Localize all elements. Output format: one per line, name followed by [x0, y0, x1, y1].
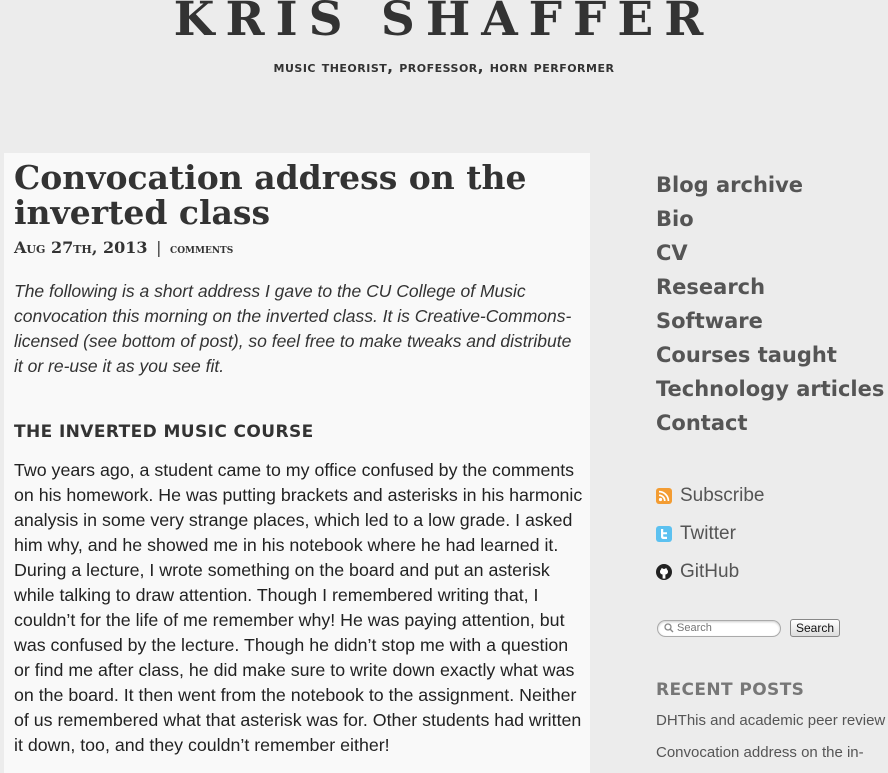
- nav-link-blog-archive[interactable]: Blog archive: [656, 173, 803, 197]
- nav-link-software[interactable]: Software: [656, 309, 763, 333]
- nav-link-technology-articles[interactable]: Technology articles: [656, 377, 884, 401]
- search-box[interactable]: [657, 619, 781, 637]
- nav-link-contact[interactable]: Contact: [656, 411, 748, 435]
- search-input[interactable]: [674, 622, 777, 634]
- recent-posts-heading: RECENT POSTS: [656, 680, 805, 700]
- recent-post-link[interactable]: Convocation address on the in-: [656, 744, 864, 761]
- github-icon[interactable]: [656, 564, 672, 580]
- nav-item-contact: Contact: [656, 406, 884, 440]
- twitter-row[interactable]: Twitter: [656, 515, 765, 553]
- post-title-text[interactable]: Convocation address on the inverted clas…: [14, 158, 526, 232]
- post-title[interactable]: Convocation address on the inverted clas…: [14, 160, 584, 230]
- nav-link-bio[interactable]: Bio: [656, 207, 694, 231]
- twitter-link[interactable]: Twitter: [680, 523, 736, 545]
- recent-posts-list: DHThis and academic peer review Convocat…: [656, 709, 885, 773]
- post-meta: Aug 27th, 2013 | comments: [14, 238, 233, 257]
- meta-separator: |: [156, 238, 162, 257]
- post-intro: The following is a short address I gave …: [14, 281, 572, 376]
- nav-item-technology-articles: Technology articles: [656, 372, 884, 406]
- nav-item-software: Software: [656, 304, 884, 338]
- github-row[interactable]: GitHub: [656, 553, 765, 591]
- rss-icon[interactable]: [656, 488, 672, 504]
- nav-item-cv: CV: [656, 236, 884, 270]
- post-date: Aug 27th, 2013: [14, 238, 148, 257]
- nav-item-blog-archive: Blog archive: [656, 168, 884, 202]
- subscribe-link[interactable]: Subscribe: [680, 485, 765, 507]
- site-tagline: music theorist, professor, horn performe…: [273, 58, 615, 76]
- nav-link-research[interactable]: Research: [656, 275, 765, 299]
- comments-link[interactable]: comments: [170, 242, 233, 257]
- search-icon: [664, 623, 674, 633]
- github-link[interactable]: GitHub: [680, 561, 739, 583]
- recent-post-item: Convocation address on the in-: [656, 741, 885, 773]
- nav-link-courses-taught[interactable]: Courses taught: [656, 343, 837, 367]
- recent-post-link[interactable]: DHThis and academic peer review: [656, 712, 885, 729]
- sidebar-nav: Blog archive Bio CV Research Software Co…: [656, 168, 884, 440]
- recent-post-item: DHThis and academic peer review: [656, 709, 885, 741]
- twitter-icon[interactable]: [656, 526, 672, 542]
- subscribe-row[interactable]: Subscribe: [656, 477, 765, 515]
- post-body-paragraph: Two years ago, a student came to my offi…: [14, 460, 583, 755]
- nav-item-bio: Bio: [656, 202, 884, 236]
- social-links: Subscribe Twitter GitHub: [656, 477, 765, 591]
- section-heading: THE INVERTED MUSIC COURSE: [14, 422, 314, 442]
- search-form: Search: [657, 619, 841, 637]
- nav-item-courses-taught: Courses taught: [656, 338, 884, 372]
- nav-link-cv[interactable]: CV: [656, 241, 688, 265]
- nav-item-research: Research: [656, 270, 884, 304]
- search-button[interactable]: Search: [790, 619, 841, 637]
- site-title[interactable]: KRIS SHAFFER: [0, 0, 888, 47]
